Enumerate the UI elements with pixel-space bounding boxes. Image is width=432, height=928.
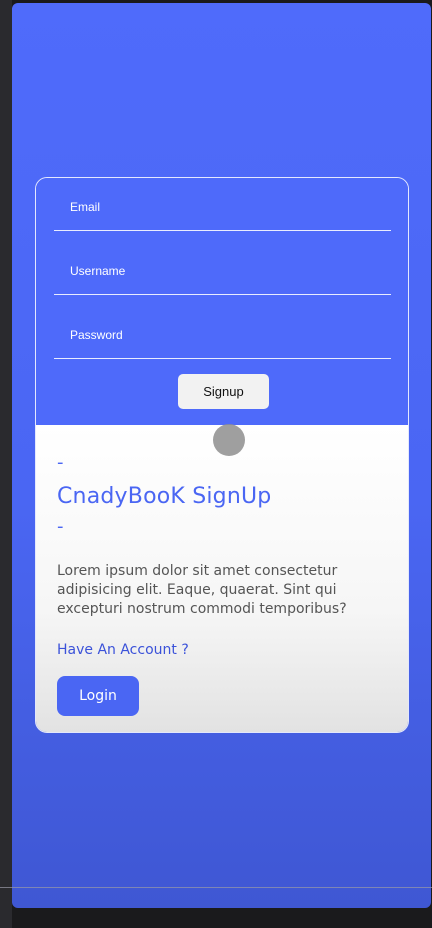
password-field[interactable]: Password [54, 310, 391, 359]
username-field[interactable]: Username [54, 246, 391, 295]
app-screen: Email Username Password Signup - CnadyBo… [12, 3, 431, 908]
signup-card: Email Username Password Signup - CnadyBo… [35, 177, 409, 733]
description-text: Lorem ipsum dolor sit amet consectetur a… [57, 563, 347, 617]
title-dash-bottom: - [57, 516, 64, 537]
login-button[interactable]: Login [57, 676, 139, 716]
signup-button[interactable]: Signup [178, 374, 269, 409]
title-dash-top: - [57, 452, 64, 473]
touch-cursor [213, 424, 245, 456]
email-field[interactable]: Email [54, 182, 391, 231]
email-label: Email [70, 200, 101, 214]
signup-form: Email Username Password Signup [36, 178, 408, 425]
page-title: CnadyBooK SignUp [57, 484, 272, 509]
window-edge [0, 0, 12, 928]
password-label: Password [70, 328, 123, 342]
have-account-link[interactable]: Have An Account ? [57, 642, 189, 658]
divider-line [0, 887, 432, 888]
username-label: Username [70, 264, 126, 278]
